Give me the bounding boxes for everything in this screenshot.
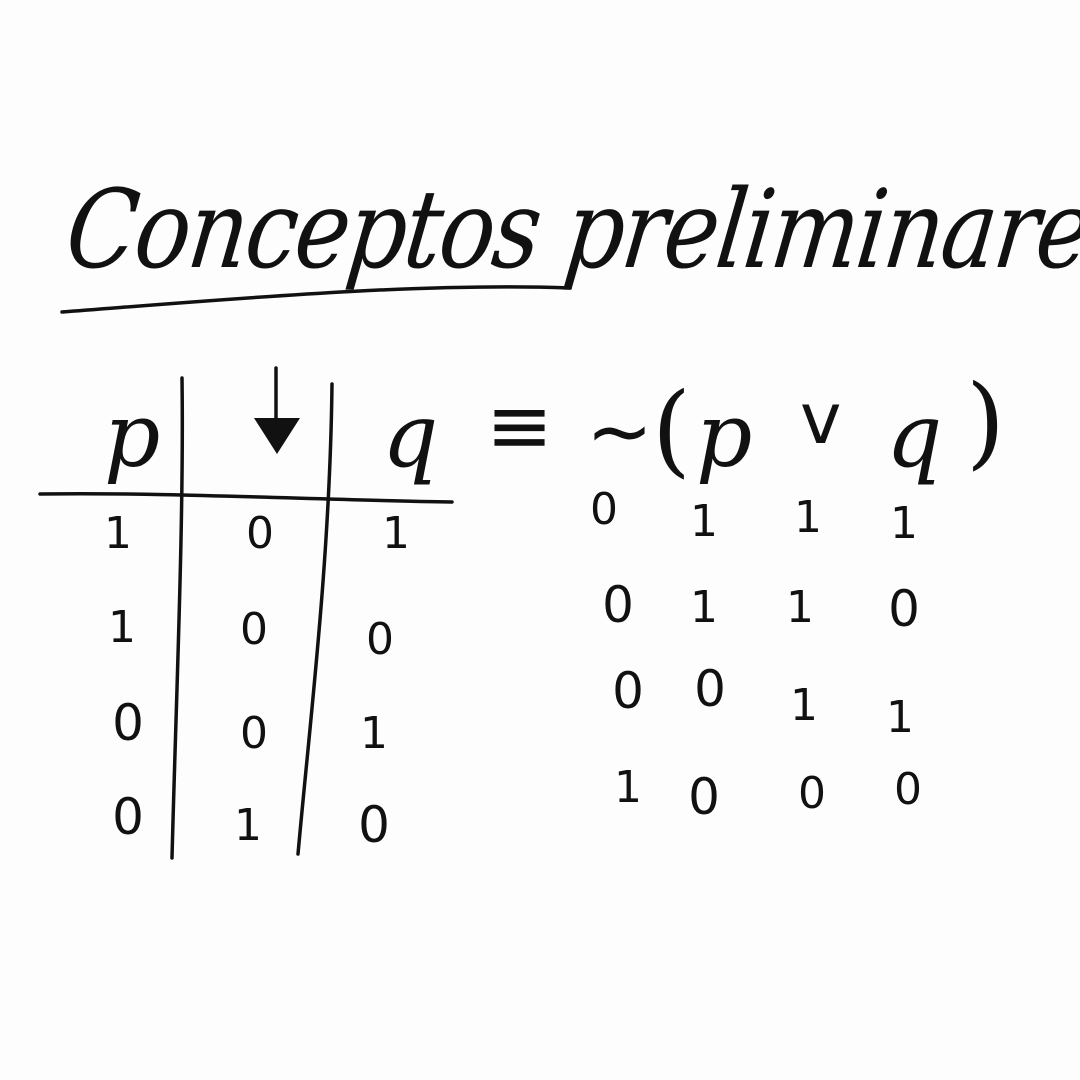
open-paren: ( bbox=[652, 371, 692, 488]
table-cell-r2-q: 0 bbox=[366, 614, 394, 665]
table-cell-r1-nor: 0 bbox=[246, 508, 274, 559]
expr-cell-r1-neg: 0 bbox=[590, 484, 618, 535]
expr-cell-r3-p: 0 bbox=[694, 660, 726, 718]
table-cell-r3-nor: 0 bbox=[240, 708, 268, 759]
negation-symbol: ~ bbox=[586, 385, 654, 478]
table-header-p: p bbox=[104, 384, 161, 487]
table-cell-r2-p: 1 bbox=[108, 602, 136, 653]
table-header-line bbox=[38, 491, 454, 504]
expr-cell-r3-q: 1 bbox=[886, 692, 914, 743]
expr-cell-r2-p: 1 bbox=[690, 582, 718, 633]
expr-cell-r2-neg: 0 bbox=[602, 576, 634, 634]
expr-cell-r1-or: 1 bbox=[794, 492, 822, 543]
expr-cell-r3-neg: 0 bbox=[612, 662, 644, 720]
expr-cell-r4-q: 0 bbox=[894, 764, 922, 815]
expr-cell-r2-or: 1 bbox=[786, 582, 814, 633]
expr-cell-r1-q: 1 bbox=[890, 498, 918, 549]
page-title: Conceptos preliminares bbox=[60, 166, 1080, 293]
table-cell-r3-q: 1 bbox=[360, 708, 388, 759]
table-cell-r4-q: 0 bbox=[358, 796, 390, 854]
table-cell-r4-p: 0 bbox=[112, 788, 144, 846]
expr-cell-r3-or: 1 bbox=[790, 680, 818, 731]
table-column-line-1 bbox=[170, 376, 185, 860]
table-cell-r1-p: 1 bbox=[104, 508, 132, 559]
notebook-page: Conceptos preliminares p q 1 0 1 1 0 0 0… bbox=[0, 0, 1080, 1080]
expr-cell-r4-neg: 1 bbox=[614, 762, 642, 813]
equivalence-symbol: ≡ bbox=[486, 379, 554, 472]
nor-arrow-icon bbox=[254, 366, 300, 454]
expr-cell-r1-p: 1 bbox=[690, 496, 718, 547]
or-symbol: v bbox=[800, 378, 842, 460]
expr-var-p: p bbox=[696, 384, 753, 487]
table-column-line-2 bbox=[296, 382, 334, 856]
close-paren: ) bbox=[966, 363, 1006, 480]
table-cell-r1-q: 1 bbox=[382, 508, 410, 559]
expr-cell-r4-p: 0 bbox=[688, 768, 720, 826]
table-cell-r3-p: 0 bbox=[112, 694, 144, 752]
ink-strokes bbox=[38, 285, 572, 860]
table-cell-r2-nor: 0 bbox=[240, 604, 268, 655]
table-header-q: q bbox=[382, 384, 439, 487]
expr-var-q: q bbox=[886, 384, 943, 487]
expr-cell-r2-q: 0 bbox=[888, 580, 920, 638]
table-cell-r4-nor: 1 bbox=[234, 800, 262, 851]
expr-cell-r4-or: 0 bbox=[798, 768, 826, 819]
